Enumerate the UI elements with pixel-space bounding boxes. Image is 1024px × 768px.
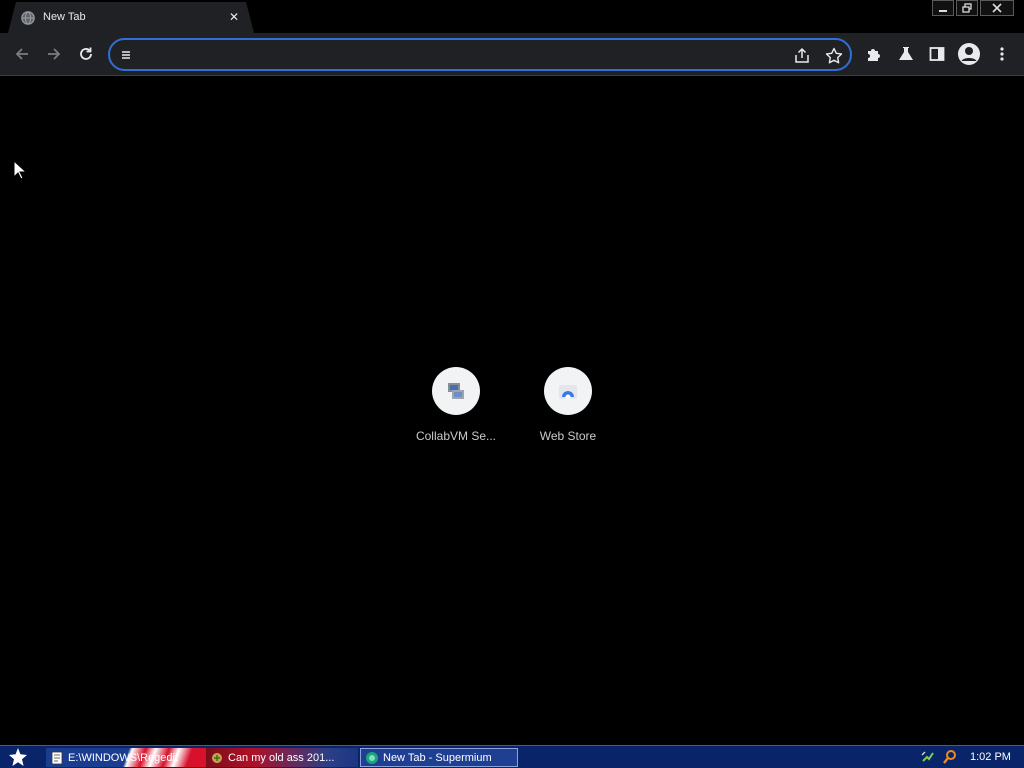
- title-bar: New Tab ✕: [0, 0, 1024, 33]
- more-vert-icon[interactable]: [989, 41, 1015, 67]
- taskbar: E:\WINDOWS\Regedit Can my old ass 201...…: [0, 745, 1024, 768]
- side-panel-icon[interactable]: [924, 41, 950, 67]
- close-icon[interactable]: [980, 0, 1014, 16]
- restore-icon[interactable]: [956, 0, 978, 16]
- star-icon[interactable]: [824, 46, 844, 66]
- app-icon: [212, 752, 222, 763]
- web-store-icon: [544, 367, 592, 415]
- new-tab-page: CollabVM Se... Web Store: [0, 77, 1024, 745]
- address-bar[interactable]: [108, 38, 852, 71]
- taskbar-item-regedit[interactable]: E:\WINDOWS\Regedit: [46, 748, 206, 767]
- globe-icon: [21, 11, 35, 25]
- minimize-icon[interactable]: [932, 0, 954, 16]
- reload-icon[interactable]: [73, 41, 99, 67]
- system-tray: 1:02 PM: [914, 746, 1024, 768]
- mouse-cursor-icon: [13, 160, 27, 180]
- browser-toolbar: [0, 33, 1024, 76]
- network-icon[interactable]: [920, 749, 936, 765]
- shortcut-web-store[interactable]: Web Store: [512, 367, 624, 457]
- taskbar-item-supermium[interactable]: New Tab - Supermium: [360, 748, 518, 767]
- shortcut-label: Web Store: [539, 429, 597, 443]
- taskbar-item-forum[interactable]: Can my old ass 201...: [206, 748, 358, 767]
- puzzle-icon[interactable]: [861, 41, 887, 67]
- site-info-icon[interactable]: [119, 48, 133, 62]
- shortcut-collabvm[interactable]: CollabVM Se...: [400, 367, 512, 457]
- back-arrow-icon[interactable]: [9, 41, 35, 67]
- share-icon[interactable]: [792, 46, 812, 66]
- search-icon[interactable]: [942, 749, 958, 765]
- task-label: E:\WINDOWS\Regedit: [68, 751, 179, 764]
- avatar-icon[interactable]: [956, 41, 982, 67]
- notepad-icon: [51, 751, 63, 764]
- collabvm-icon: [432, 367, 480, 415]
- task-label: New Tab - Supermium: [383, 751, 492, 764]
- flask-icon[interactable]: [893, 41, 919, 67]
- forward-arrow-icon[interactable]: [41, 41, 67, 67]
- shortcut-label: CollabVM Se...: [415, 429, 497, 443]
- task-label: Can my old ass 201...: [228, 751, 335, 764]
- window-controls: [932, 0, 1014, 18]
- supermium-icon: [366, 751, 378, 764]
- start-button[interactable]: [6, 747, 30, 767]
- tab-new-tab[interactable]: New Tab ✕: [8, 2, 254, 33]
- address-input[interactable]: [140, 45, 780, 65]
- tab-close-icon[interactable]: ✕: [225, 8, 243, 26]
- tab-title: New Tab: [43, 11, 86, 23]
- clock[interactable]: 1:02 PM: [970, 751, 1011, 763]
